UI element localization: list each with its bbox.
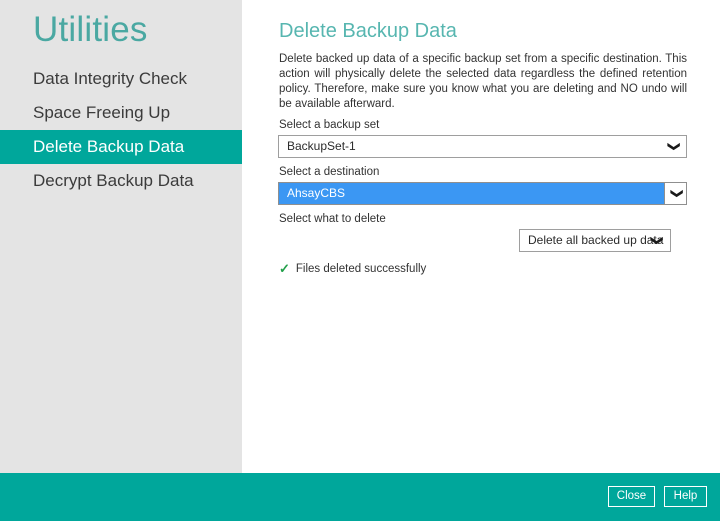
page-title: Delete Backup Data bbox=[279, 20, 457, 43]
sidebar-title: Utilities bbox=[33, 8, 148, 52]
backup-set-select[interactable]: BackupSet-1 ❯ bbox=[278, 135, 687, 158]
check-icon: ✓ bbox=[279, 262, 290, 275]
destination-value: AhsayCBS bbox=[287, 183, 345, 204]
what-to-delete-select[interactable]: Delete all backed up data ❯ bbox=[519, 229, 671, 252]
status-text: Files deleted successfully bbox=[296, 263, 426, 275]
what-to-delete-value: Delete all backed up data bbox=[528, 230, 663, 251]
close-button[interactable]: Close bbox=[608, 486, 655, 507]
label-select-destination: Select a destination bbox=[279, 166, 379, 178]
help-button[interactable]: Help bbox=[664, 486, 707, 507]
chevron-down-icon: ❯ bbox=[646, 235, 667, 245]
main-content: Delete Backup Data Delete backed up data… bbox=[242, 0, 720, 473]
utilities-window: Utilities Data Integrity Check Space Fre… bbox=[0, 0, 720, 521]
chevron-down-icon: ❯ bbox=[663, 141, 684, 151]
sidebar-item-decrypt-backup-data[interactable]: Decrypt Backup Data bbox=[0, 164, 242, 198]
backup-set-value: BackupSet-1 bbox=[287, 136, 356, 157]
sidebar-item-data-integrity-check[interactable]: Data Integrity Check bbox=[0, 62, 242, 96]
label-select-backup-set: Select a backup set bbox=[279, 119, 379, 131]
sidebar-nav: Data Integrity Check Space Freeing Up De… bbox=[0, 62, 242, 198]
status-message: ✓ Files deleted successfully bbox=[279, 262, 426, 275]
page-description: Delete backed up data of a specific back… bbox=[279, 52, 687, 112]
label-select-what-to-delete: Select what to delete bbox=[279, 213, 386, 225]
sidebar-item-delete-backup-data[interactable]: Delete Backup Data bbox=[0, 130, 242, 164]
sidebar: Utilities Data Integrity Check Space Fre… bbox=[0, 0, 242, 473]
destination-select[interactable]: AhsayCBS ❯ bbox=[278, 182, 687, 205]
sidebar-item-space-freeing-up[interactable]: Space Freeing Up bbox=[0, 96, 242, 130]
chevron-down-icon: ❯ bbox=[666, 188, 687, 198]
